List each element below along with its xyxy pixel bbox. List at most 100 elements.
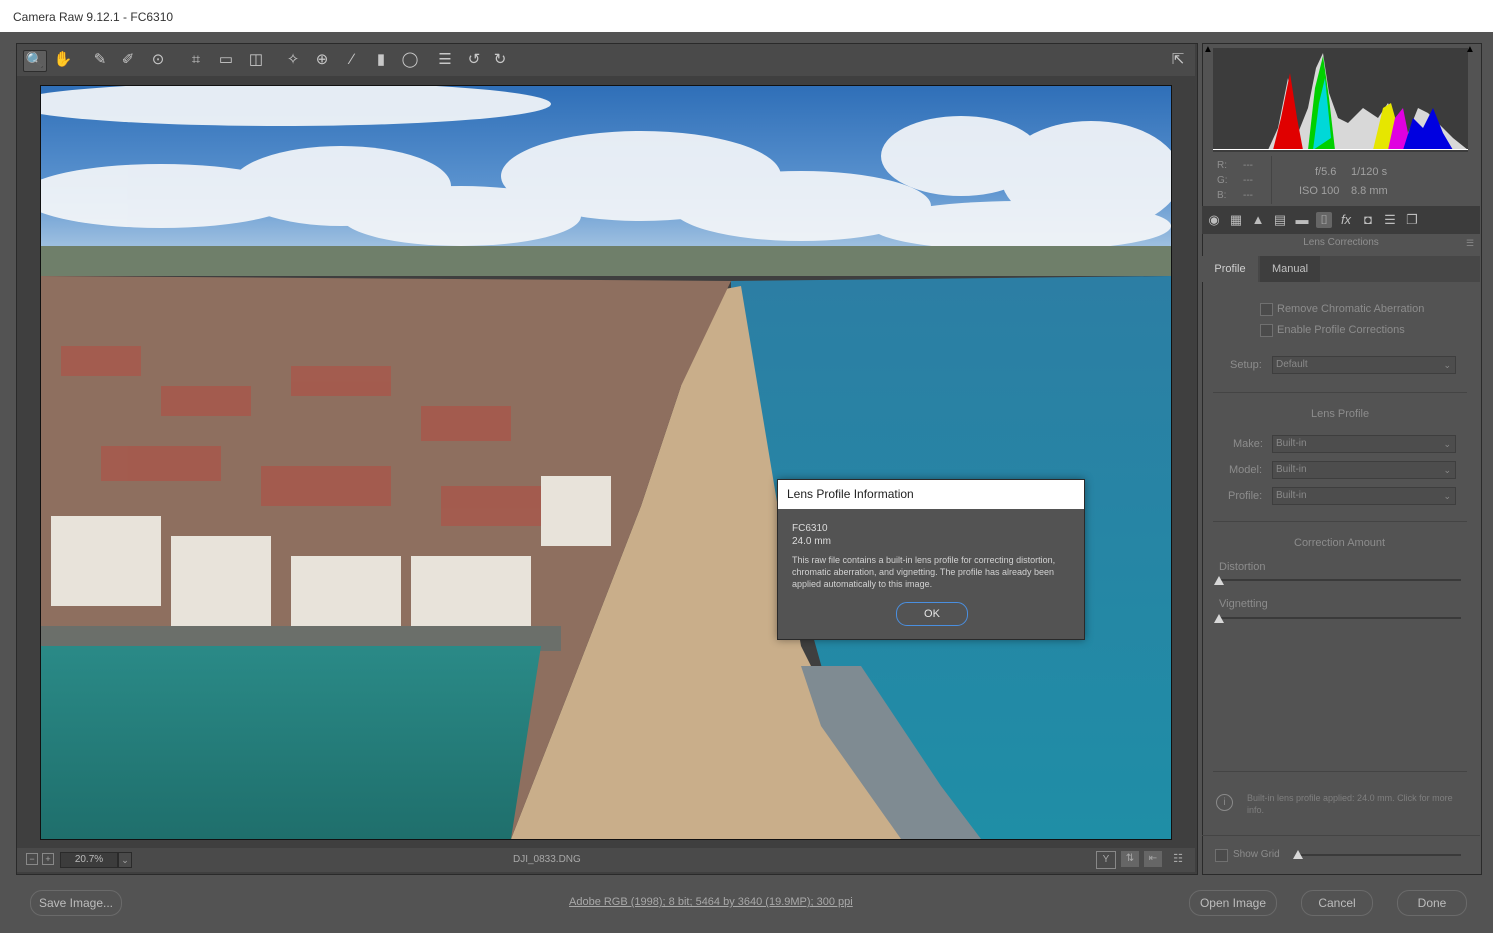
swap-settings-icon[interactable]: ⇅: [1121, 851, 1139, 867]
copy-settings-icon[interactable]: ⇤: [1144, 851, 1162, 867]
info-icon[interactable]: i: [1216, 794, 1233, 811]
panel-title: Lens Corrections: [1303, 237, 1379, 248]
divider: [1213, 392, 1467, 393]
effects-icon[interactable]: fx: [1338, 212, 1354, 228]
open-image-button[interactable]: Open Image: [1189, 890, 1277, 916]
focal-length-value: 8.8 mm: [1351, 185, 1388, 197]
radial-filter-icon[interactable]: ◯: [399, 50, 421, 70]
target-adjust-icon[interactable]: ⊙: [147, 50, 169, 70]
chevron-down-icon: ⌄: [1443, 491, 1451, 501]
vignetting-slider-thumb[interactable]: [1214, 614, 1224, 623]
image-preview[interactable]: [40, 85, 1172, 840]
chevron-down-icon: ⌄: [1443, 439, 1451, 449]
divider: [1213, 521, 1467, 522]
spot-removal-icon[interactable]: ✧: [282, 50, 304, 70]
straighten-icon[interactable]: ▭: [215, 50, 237, 70]
grid-size-slider-thumb[interactable]: [1293, 850, 1303, 859]
window-title: Camera Raw 9.12.1 - FC6310: [13, 10, 174, 24]
model-select[interactable]: Built-in ⌄: [1272, 461, 1456, 479]
before-after-icon[interactable]: Y: [1096, 851, 1116, 869]
shadow-clipping-icon[interactable]: ▲: [1203, 44, 1217, 56]
cancel-button[interactable]: Cancel: [1301, 890, 1373, 916]
zoom-level-field[interactable]: 20.7%: [60, 852, 118, 868]
zoom-tool-icon[interactable]: 🔍: [23, 50, 47, 72]
crop-tool-icon[interactable]: ⌗: [185, 50, 207, 70]
zoom-dropdown-icon[interactable]: ⌄: [118, 852, 132, 868]
enable-profile-checkbox[interactable]: [1260, 324, 1273, 337]
camera-calibration-icon[interactable]: ◘: [1360, 212, 1376, 228]
shutter-value: 1/120 s: [1351, 166, 1388, 178]
r-label: R:: [1217, 160, 1227, 171]
rotate-right-icon[interactable]: ↻: [489, 50, 511, 70]
lens-corrections-icon[interactable]: ⌷: [1316, 212, 1332, 228]
vignetting-slider[interactable]: [1218, 617, 1461, 619]
color-sampler-icon[interactable]: ✐: [117, 50, 139, 70]
done-button[interactable]: Done: [1397, 890, 1467, 916]
make-label: Make:: [1233, 438, 1263, 450]
fullscreen-icon[interactable]: ⇱: [1167, 50, 1189, 70]
file-name: DJI_0833.DNG: [513, 854, 581, 865]
remove-ca-checkbox[interactable]: [1260, 303, 1273, 316]
builtin-profile-note[interactable]: Built-in lens profile applied: 24.0 mm. …: [1247, 792, 1467, 816]
snapshots-icon[interactable]: ❐: [1404, 212, 1420, 228]
red-eye-icon[interactable]: ⊕: [311, 50, 333, 70]
chevron-down-icon: ⌄: [1443, 465, 1451, 475]
show-grid-label: Show Grid: [1233, 849, 1280, 860]
grid-size-slider[interactable]: [1296, 854, 1461, 856]
hsl-icon[interactable]: ▤: [1272, 212, 1288, 228]
g-label: G:: [1217, 175, 1228, 186]
dialog-message: This raw file contains a built-in lens p…: [792, 555, 1056, 589]
tab-manual[interactable]: Manual: [1260, 256, 1320, 282]
profile-select[interactable]: Built-in ⌄: [1272, 487, 1456, 505]
hand-tool-icon[interactable]: ✋: [52, 50, 74, 70]
correction-amount-header: Correction Amount: [1294, 537, 1386, 549]
highlight-clipping-icon[interactable]: ▲: [1465, 44, 1479, 56]
lens-tabs: Profile Manual: [1202, 256, 1480, 282]
toggle-settings-icon[interactable]: ☷: [1169, 851, 1187, 867]
panel-tabs: ◉ ▦ ▲ ▤ ▬ ⌷ fx ◘ ☰ ❐: [1202, 206, 1480, 234]
white-balance-icon[interactable]: ✎: [89, 50, 111, 70]
split-toning-icon[interactable]: ▬: [1294, 212, 1310, 228]
workflow-options-link[interactable]: Adobe RGB (1998); 8 bit; 5464 by 3640 (1…: [569, 896, 853, 908]
graduated-filter-icon[interactable]: ▮: [370, 50, 392, 70]
window-titlebar: Camera Raw 9.12.1 - FC6310: [0, 0, 1493, 32]
setup-select[interactable]: Default ⌄: [1272, 356, 1456, 374]
r-value: ---: [1243, 160, 1253, 171]
rotate-left-icon[interactable]: ↺: [463, 50, 485, 70]
distortion-slider-thumb[interactable]: [1214, 576, 1224, 585]
show-grid-checkbox[interactable]: [1215, 849, 1228, 862]
make-value: Built-in: [1276, 438, 1307, 449]
tone-curve-icon[interactable]: ▦: [1228, 212, 1244, 228]
zoom-in-icon[interactable]: +: [42, 853, 54, 865]
distortion-label: Distortion: [1219, 561, 1266, 573]
model-label: Model:: [1229, 464, 1263, 476]
profile-value: Built-in: [1276, 490, 1307, 501]
adjustment-brush-icon[interactable]: ∕: [341, 50, 363, 70]
b-label: B:: [1217, 190, 1227, 201]
dialog-focal-length: 24.0 mm: [792, 536, 831, 547]
profile-label: Profile:: [1228, 490, 1263, 502]
info-divider: [1271, 156, 1272, 204]
basic-panel-icon[interactable]: ◉: [1206, 212, 1222, 228]
make-select[interactable]: Built-in ⌄: [1272, 435, 1456, 453]
preferences-icon[interactable]: ☰: [434, 50, 456, 70]
distortion-slider[interactable]: [1218, 579, 1461, 581]
ok-button[interactable]: OK: [896, 602, 968, 626]
divider: [1202, 835, 1480, 836]
iso-value: ISO 100: [1299, 185, 1340, 197]
divider: [1213, 771, 1467, 772]
setup-label: Setup:: [1230, 359, 1262, 371]
detail-icon[interactable]: ▲: [1250, 212, 1266, 228]
transform-icon[interactable]: ◫: [245, 50, 267, 70]
histogram: [1213, 48, 1468, 152]
presets-icon[interactable]: ☰: [1382, 212, 1398, 228]
tool-bar: 🔍 ✋ ✎ ✐ ⊙ ⌗ ▭ ◫ ✧ ⊕ ∕ ▮ ◯ ☰ ↺ ↻ ⇱: [17, 44, 1195, 76]
zoom-out-icon[interactable]: −: [26, 853, 38, 865]
remove-ca-label: Remove Chromatic Aberration: [1277, 303, 1425, 315]
save-image-button[interactable]: Save Image...: [30, 890, 122, 916]
chevron-down-icon: ⌄: [1443, 360, 1451, 370]
g-value: ---: [1243, 175, 1253, 186]
panel-menu-icon[interactable]: ☰: [1466, 238, 1474, 249]
enable-profile-label: Enable Profile Corrections: [1277, 324, 1405, 336]
tab-profile[interactable]: Profile: [1202, 256, 1258, 282]
